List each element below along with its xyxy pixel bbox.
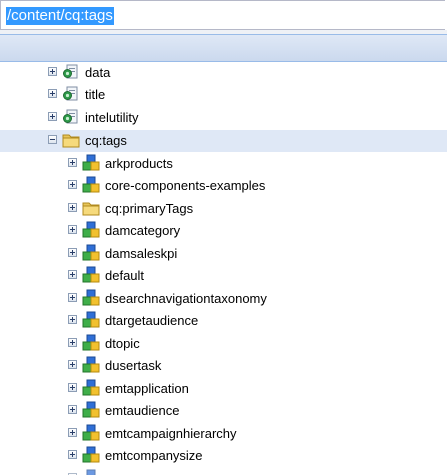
tree-node-emtaudience[interactable]: emtaudience bbox=[0, 400, 447, 422]
tree-node-cq-tags[interactable]: cq:tags bbox=[0, 130, 447, 152]
repository-tree: data title intelutility cq:tags arkprodu… bbox=[0, 62, 447, 475]
tree-node-emtcampaignhierarchy[interactable]: emtcampaignhierarchy bbox=[0, 423, 447, 445]
tree-node-core-components-examples[interactable]: core-components-examples bbox=[0, 175, 447, 197]
expand-toggle[interactable] bbox=[68, 180, 77, 189]
tree-node-data[interactable]: data bbox=[0, 62, 447, 84]
tree-node-label: emtapplication bbox=[105, 381, 189, 396]
expand-toggle[interactable] bbox=[68, 270, 77, 279]
tree-node-cq-primarytags[interactable]: cq:primaryTags bbox=[0, 198, 447, 220]
expand-toggle[interactable] bbox=[48, 89, 57, 98]
tree-node-label: title bbox=[85, 87, 106, 102]
tree-node-dtargetaudience[interactable]: dtargetaudience bbox=[0, 310, 447, 332]
shapes-node-icon bbox=[82, 221, 100, 239]
expand-toggle[interactable] bbox=[68, 338, 77, 347]
shapes-node-icon bbox=[82, 289, 100, 307]
expand-toggle[interactable] bbox=[68, 158, 77, 167]
tree-node-label: intelutility bbox=[85, 110, 139, 125]
expand-toggle[interactable] bbox=[68, 383, 77, 392]
path-bar: /content/cq:tags bbox=[0, 0, 445, 30]
tree-node-label: emtcampaignhierarchy bbox=[105, 426, 237, 441]
tree-node-label: default bbox=[105, 268, 145, 283]
node-file-icon bbox=[62, 108, 80, 126]
folder-icon bbox=[62, 131, 80, 149]
shapes-node-icon bbox=[82, 244, 100, 262]
tree-node-label: emtaudience bbox=[105, 403, 180, 418]
expand-toggle[interactable] bbox=[68, 315, 77, 324]
tree-node-default[interactable]: default bbox=[0, 265, 447, 287]
tree-node-emtapplication[interactable]: emtapplication bbox=[0, 378, 447, 400]
tree-node-label: core-components-examples bbox=[105, 178, 266, 193]
tree-node-label: arkproducts bbox=[105, 156, 173, 171]
tree-node-damsaleskpi[interactable]: damsaleskpi bbox=[0, 243, 447, 265]
tree-node-arkproducts[interactable]: arkproducts bbox=[0, 153, 447, 175]
expand-toggle[interactable] bbox=[48, 67, 57, 76]
tree-node-title[interactable]: title bbox=[0, 84, 447, 106]
shapes-node-icon bbox=[82, 311, 100, 329]
tree-node-label: dtargetaudience bbox=[105, 313, 199, 328]
shapes-node-icon bbox=[82, 424, 100, 442]
expand-toggle[interactable] bbox=[48, 112, 57, 121]
tree-node-damcategory[interactable]: damcategory bbox=[0, 220, 447, 242]
expand-toggle[interactable] bbox=[68, 360, 77, 369]
crxde-tree-panel: /content/cq:tags data title intelutility bbox=[0, 0, 447, 475]
tree-node-label: dsearchnavigationtaxonomy bbox=[105, 291, 267, 306]
shapes-node-icon bbox=[82, 469, 100, 475]
shapes-node-icon bbox=[82, 266, 100, 284]
node-file-icon bbox=[62, 63, 80, 81]
shapes-node-icon bbox=[82, 379, 100, 397]
shapes-node-icon bbox=[82, 154, 100, 172]
expand-toggle[interactable] bbox=[68, 248, 77, 257]
tree-node-label: dusertask bbox=[105, 358, 162, 373]
expand-toggle[interactable] bbox=[68, 428, 77, 437]
expand-toggle[interactable] bbox=[68, 293, 77, 302]
expand-toggle[interactable] bbox=[68, 203, 77, 212]
tree-node-label: dtopic bbox=[105, 336, 140, 351]
tree-node-dtopic[interactable]: dtopic bbox=[0, 333, 447, 355]
expand-toggle[interactable] bbox=[68, 405, 77, 414]
tree-node-label: damsaleskpi bbox=[105, 246, 178, 261]
path-input[interactable]: /content/cq:tags bbox=[6, 7, 114, 25]
tree-node-dusertask[interactable]: dusertask bbox=[0, 355, 447, 377]
shapes-node-icon bbox=[82, 446, 100, 464]
tree-node-label: cq:primaryTags bbox=[105, 201, 194, 216]
tree-header bbox=[0, 34, 447, 62]
tree-node-intelutility[interactable]: intelutility bbox=[0, 107, 447, 129]
collapse-toggle[interactable] bbox=[48, 135, 57, 144]
expand-toggle[interactable] bbox=[68, 450, 77, 459]
tree-node-dsearchnavigationtaxonomy[interactable]: dsearchnavigationtaxonomy bbox=[0, 288, 447, 310]
tree-node-label: emtcompanysize bbox=[105, 448, 203, 463]
shapes-node-icon bbox=[82, 176, 100, 194]
tree-node-label: data bbox=[85, 65, 111, 80]
tree-node-partial[interactable] bbox=[0, 468, 447, 475]
tree-node-label: damcategory bbox=[105, 223, 181, 238]
folder-icon bbox=[82, 199, 100, 217]
tree-node-label: cq:tags bbox=[85, 133, 127, 148]
shapes-node-icon bbox=[82, 401, 100, 419]
node-file-icon bbox=[62, 85, 80, 103]
tree-node-emtcompanysize[interactable]: emtcompanysize bbox=[0, 445, 447, 467]
shapes-node-icon bbox=[82, 356, 100, 374]
expand-toggle[interactable] bbox=[68, 225, 77, 234]
shapes-node-icon bbox=[82, 334, 100, 352]
